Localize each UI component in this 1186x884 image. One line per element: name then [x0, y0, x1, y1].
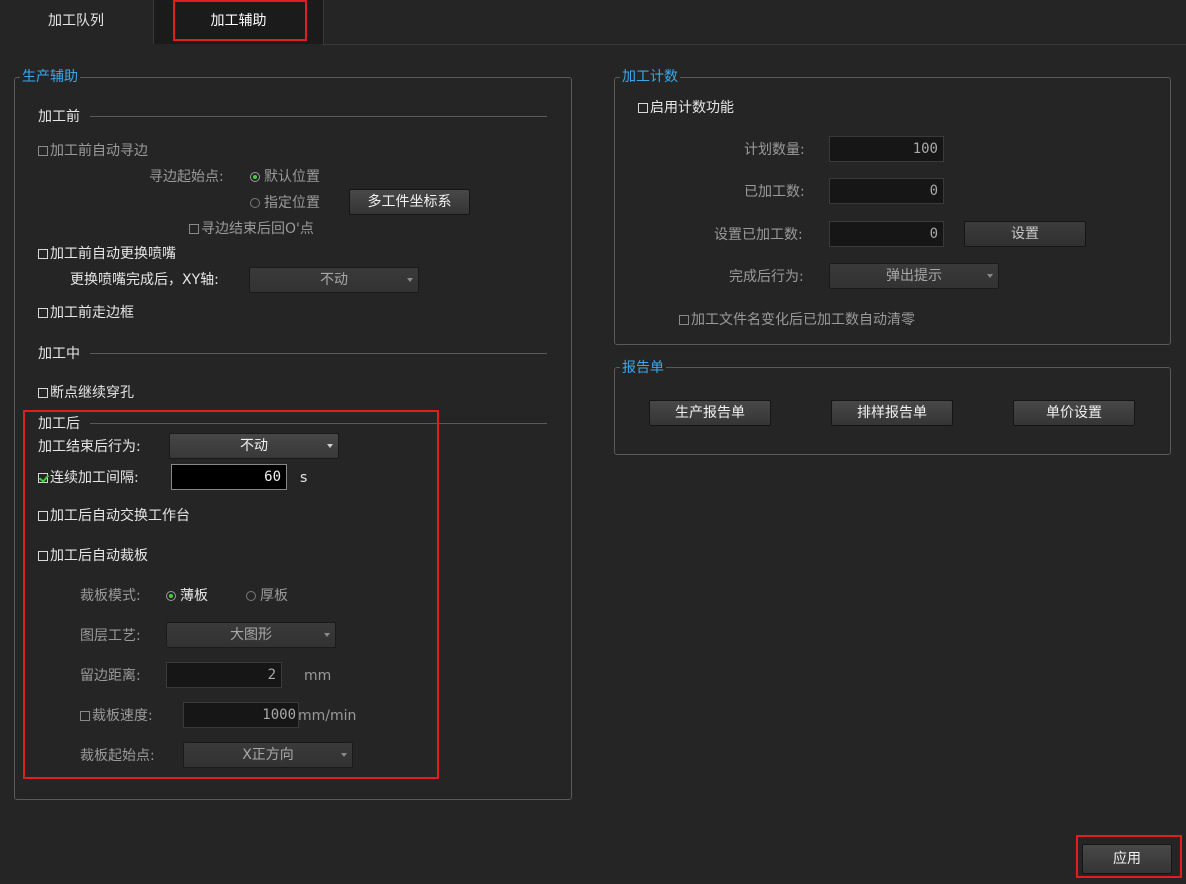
set-processed-input[interactable]: 0	[829, 221, 944, 247]
processed-label: 已加工数:	[744, 184, 805, 200]
frame-before-checkbox[interactable]: 加工前走边框	[38, 304, 134, 322]
frame-before-label: 加工前走边框	[50, 305, 134, 321]
nesting-report-button[interactable]: 排样报告单	[831, 400, 953, 426]
section-before: 加工前	[38, 109, 80, 125]
radio-specified-position[interactable]: 指定位置	[250, 194, 320, 212]
highlight-box-tab	[173, 0, 307, 41]
auto-edge-seek-label: 加工前自动寻边	[50, 143, 148, 159]
auto-nozzle-change-checkbox[interactable]: 加工前自动更换喷嘴	[38, 245, 176, 263]
report-title: 报告单	[620, 360, 666, 376]
after-nozzle-label: 更换喷嘴完成后，XY轴:	[70, 272, 219, 288]
return-origin-label: 寻边结束后回O'点	[201, 221, 314, 237]
breakpoint-pierce-label: 断点继续穿孔	[50, 385, 134, 401]
checkbox-icon	[38, 308, 48, 318]
unit-price-button[interactable]: 单价设置	[1013, 400, 1135, 426]
production-assist-title: 生产辅助	[20, 69, 80, 85]
tab-processing-queue[interactable]: 加工队列	[0, 0, 152, 44]
after-done-label: 完成后行为:	[729, 269, 804, 285]
checkbox-icon	[638, 103, 648, 113]
auto-nozzle-change-label: 加工前自动更换喷嘴	[50, 246, 176, 262]
radio-icon	[250, 172, 260, 182]
highlight-box-after	[23, 410, 439, 779]
section-divider	[90, 116, 547, 117]
after-nozzle-value: 不动	[320, 272, 348, 288]
checkbox-icon	[38, 146, 48, 156]
radio-default-position[interactable]: 默认位置	[250, 168, 320, 186]
radio-default-label: 默认位置	[264, 169, 320, 185]
processed-input[interactable]: 0	[829, 178, 944, 204]
set-processed-label: 设置已加工数:	[714, 227, 803, 243]
set-button[interactable]: 设置	[964, 221, 1086, 247]
counter-title: 加工计数	[620, 69, 680, 85]
breakpoint-pierce-checkbox[interactable]: 断点继续穿孔	[38, 384, 134, 402]
chevron-down-icon	[987, 274, 993, 278]
auto-clear-checkbox[interactable]: 加工文件名变化后已加工数自动清零	[679, 311, 915, 329]
radio-specified-label: 指定位置	[264, 195, 320, 211]
auto-edge-seek-checkbox[interactable]: 加工前自动寻边	[38, 142, 148, 160]
chevron-down-icon	[407, 278, 413, 282]
counter-group	[614, 77, 1171, 345]
tab-divider	[322, 44, 1186, 45]
section-during: 加工中	[38, 346, 80, 362]
after-done-select[interactable]: 弹出提示	[829, 263, 999, 289]
radio-icon	[250, 198, 260, 208]
production-report-button[interactable]: 生产报告单	[649, 400, 771, 426]
checkbox-icon	[679, 315, 689, 325]
planned-label: 计划数量:	[744, 142, 805, 158]
after-nozzle-select[interactable]: 不动	[249, 267, 419, 293]
checkbox-icon	[38, 388, 48, 398]
seek-start-label: 寻边起始点:	[149, 169, 224, 185]
after-done-value: 弹出提示	[886, 268, 942, 284]
auto-clear-label: 加工文件名变化后已加工数自动清零	[691, 312, 915, 328]
section-divider	[90, 353, 547, 354]
enable-counter-checkbox[interactable]: 启用计数功能	[638, 99, 734, 117]
multi-workpiece-button[interactable]: 多工件坐标系	[349, 189, 470, 215]
enable-counter-label: 启用计数功能	[650, 100, 734, 116]
return-origin-checkbox[interactable]: 寻边结束后回O'点	[189, 220, 314, 238]
checkbox-icon	[38, 249, 48, 259]
highlight-box-apply	[1076, 835, 1182, 878]
checkbox-icon	[189, 224, 199, 234]
planned-input[interactable]: 100	[829, 136, 944, 162]
